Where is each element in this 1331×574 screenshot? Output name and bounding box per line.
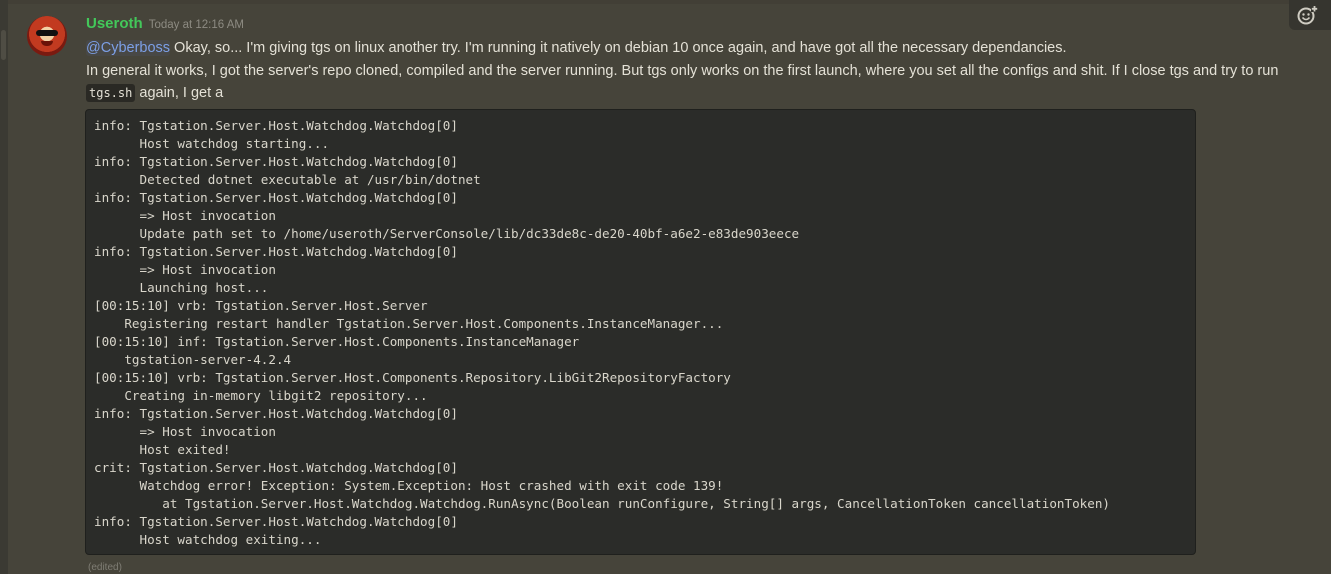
username[interactable]: Useroth	[86, 15, 143, 32]
left-scroll-rail	[0, 0, 8, 574]
message-text: again, I get a	[135, 85, 224, 101]
avatar[interactable]	[27, 16, 67, 56]
timestamp[interactable]: Today at 12:16 AM	[149, 19, 244, 31]
add-reaction-icon	[1297, 5, 1318, 25]
message-line-1: @Cyberboss Okay, so... I'm giving tgs on…	[86, 37, 1326, 60]
user-mention[interactable]: @Cyberboss	[86, 40, 171, 56]
edited-indicator: (edited)	[88, 562, 122, 573]
chat-message: Useroth Today at 12:16 AM @Cyberboss Oka…	[8, 10, 1331, 574]
message-text: Okay, so... I'm giving tgs on linux anot…	[170, 40, 1067, 56]
previous-message-edge	[8, 0, 1331, 4]
avatar-mouth	[41, 41, 53, 46]
message-line-2: In general it works, I got the server's …	[86, 60, 1326, 83]
avatar-glasses	[36, 30, 58, 36]
message-content: @Cyberboss Okay, so... I'm giving tgs on…	[86, 37, 1326, 105]
message-text: In general it works, I got the server's …	[86, 62, 1279, 79]
code-block: info: Tgstation.Server.Host.Watchdog.Wat…	[85, 109, 1196, 555]
add-reaction-button[interactable]	[1294, 2, 1320, 28]
scroll-thumb[interactable]	[1, 30, 6, 60]
message-header: Useroth Today at 12:16 AM	[86, 15, 244, 37]
message-hover-toolbar	[1289, 0, 1331, 30]
message-line-3: tgs.sh again, I get a	[86, 82, 1326, 105]
code-block-text: info: Tgstation.Server.Host.Watchdog.Wat…	[94, 118, 1110, 547]
inline-code: tgs.sh	[86, 84, 136, 102]
